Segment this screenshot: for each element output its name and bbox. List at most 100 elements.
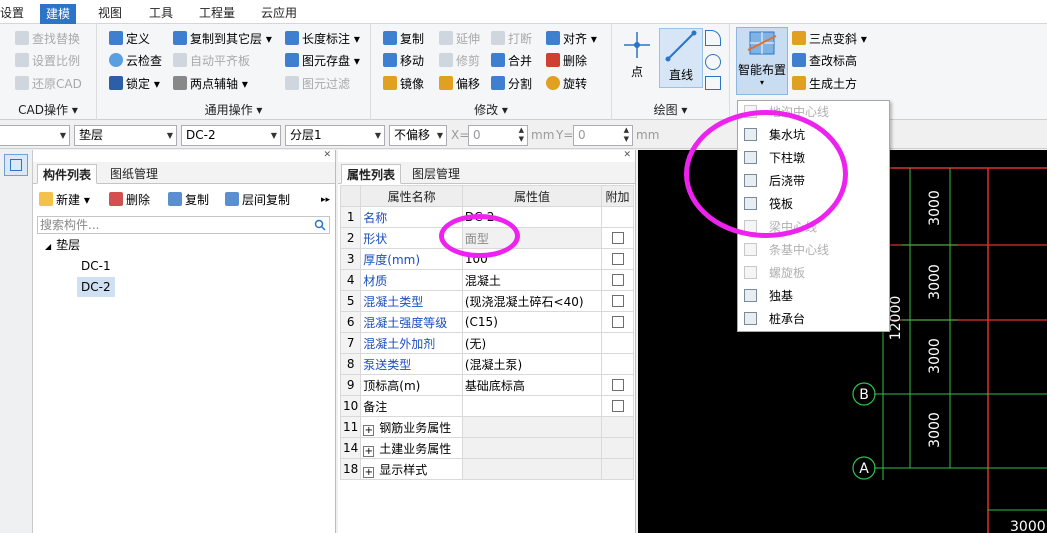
offset-button[interactable]: 偏移	[439, 74, 480, 94]
copy-layer-icon	[173, 31, 187, 45]
menu-tab-settings[interactable]: 设置	[0, 3, 30, 23]
delete-button[interactable]: 删除	[546, 51, 587, 71]
table-row[interactable]: 14 + 土建业务属性	[339, 437, 634, 459]
sublayer-select[interactable]: 分层1 ▼	[285, 125, 385, 146]
tree-item-dc2[interactable]: DC-2	[77, 277, 115, 297]
find-replace-button[interactable]: 查找替换	[15, 29, 80, 49]
length-dimension-button[interactable]: 长度标注 ▾	[285, 29, 360, 49]
move-button[interactable]: 移动	[383, 51, 424, 71]
extra-checkbox[interactable]	[611, 232, 624, 244]
line-tool-button[interactable]: 直线	[659, 28, 703, 88]
extra-checkbox[interactable]	[611, 274, 624, 286]
offset-select[interactable]: 不偏移 ▼	[389, 125, 447, 146]
y-unit: mm	[636, 128, 660, 142]
layout-item-icon	[744, 289, 757, 302]
merge-button[interactable]: 合并	[491, 51, 532, 71]
close-icon[interactable]: ✕	[323, 150, 331, 160]
trim-button[interactable]: 修剪	[439, 51, 480, 71]
table-row[interactable]: 8 泵送类型 (混凝土泵)	[339, 353, 634, 375]
restore-cad-button[interactable]: 还原CAD	[15, 74, 82, 94]
y-input[interactable]: 0 ▲ ▼	[573, 125, 633, 146]
component-type-select[interactable]: 垫层 ▼	[74, 125, 177, 146]
split-button[interactable]: 分割	[491, 74, 532, 94]
tree-root-cushion[interactable]: ◢ 垫层	[45, 235, 80, 255]
general-group-label[interactable]: 通用操作 ▾	[97, 102, 370, 118]
check-elevation-button[interactable]: 查改标高	[792, 51, 857, 71]
close-icon[interactable]: ✕	[623, 150, 631, 160]
extra-checkbox[interactable]	[611, 316, 624, 328]
menu-tab-quantity[interactable]: 工程量	[193, 3, 241, 23]
component-select[interactable]: DC-2 ▼	[181, 125, 281, 146]
table-row[interactable]: 10 备注	[339, 395, 634, 417]
element-save-button[interactable]: 图元存盘 ▾	[285, 51, 360, 71]
align-button[interactable]: 对齐 ▾	[546, 29, 597, 49]
property-panel-tabs: 属性列表 图层管理	[338, 162, 635, 184]
table-row[interactable]: 4 材质 混凝土	[339, 269, 634, 291]
component-search-input[interactable]: 搜索构件...	[37, 216, 330, 234]
point-tool-button[interactable]: 点	[618, 30, 656, 86]
navigation-icon[interactable]	[4, 154, 28, 176]
table-row[interactable]: 11 + 钢筋业务属性	[339, 416, 634, 438]
table-row[interactable]: 5 混凝土类型 (现浇混凝土碎石<40)	[339, 290, 634, 312]
menu-tab-cloud[interactable]: 云应用	[255, 3, 303, 23]
table-row[interactable]: 18 + 显示样式	[339, 458, 634, 480]
set-scale-button[interactable]: 设置比例	[15, 51, 80, 71]
floor-copy-button[interactable]: 层间复制	[225, 190, 290, 210]
cloud-check-button[interactable]: 云检查	[109, 51, 162, 71]
y-label: Y=	[556, 128, 574, 142]
rotate-button[interactable]: 旋转	[546, 74, 587, 94]
menu-tab-view[interactable]: 视图	[92, 3, 128, 23]
new-component-button[interactable]: 新建 ▾	[39, 190, 90, 210]
copy-to-other-layer-button[interactable]: 复制到其它层 ▾	[173, 29, 272, 49]
extra-checkbox[interactable]	[611, 379, 624, 391]
break-button[interactable]: 打断	[491, 29, 532, 49]
tab-component-list[interactable]: 构件列表	[37, 164, 98, 184]
define-button[interactable]: 定义	[109, 29, 150, 49]
lock-button[interactable]: 锁定 ▾	[109, 74, 160, 94]
generate-earthwork-button[interactable]: 生成土方	[792, 74, 857, 94]
eraser-icon	[546, 53, 560, 67]
menu-tab-modeling[interactable]: 建模	[40, 4, 77, 24]
element-filter-button[interactable]: 图元过滤	[285, 74, 350, 94]
more-icon[interactable]: ▸▸	[321, 190, 330, 210]
chevron-down-icon: ▼	[166, 131, 173, 140]
menu-item-strip-footing-centerline: 条基中心线	[742, 239, 888, 262]
two-point-axis-button[interactable]: 两点辅轴 ▾	[173, 74, 248, 94]
table-row[interactable]: 7 混凝土外加剂 (无)	[339, 332, 634, 354]
copy-component-button[interactable]: 复制	[168, 190, 209, 210]
mirror-button[interactable]: 镜像	[383, 74, 424, 94]
delete-component-button[interactable]: 删除	[109, 190, 150, 210]
tree-item-dc1[interactable]: DC-1	[77, 256, 115, 276]
arc-tool-icon[interactable]	[705, 30, 721, 46]
table-row[interactable]: 9 顶标高(m) 基础底标高	[339, 374, 634, 396]
draw-group-label[interactable]: 绘图 ▾	[612, 102, 729, 118]
property-table-header: 属性名称 属性值 附加	[339, 185, 634, 207]
rectangle-tool-icon[interactable]	[705, 76, 721, 90]
dimension-text: 3000	[927, 412, 943, 448]
tab-property-list[interactable]: 属性列表	[341, 164, 402, 184]
copy-icon	[383, 31, 397, 45]
menu-item-pile-cap[interactable]: 桩承台	[742, 308, 888, 331]
tab-layer-management[interactable]: 图层管理	[407, 164, 465, 184]
modify-group-label[interactable]: 修改 ▾	[371, 102, 611, 118]
copy-button[interactable]: 复制	[383, 29, 424, 49]
floor-select[interactable]: ▼	[0, 125, 70, 146]
dimension-icon	[285, 31, 299, 45]
tab-drawing-management[interactable]: 图纸管理	[105, 164, 163, 184]
annotation-circle-menu	[684, 110, 848, 238]
cloud-icon	[109, 53, 123, 67]
extra-checkbox[interactable]	[611, 400, 624, 412]
table-row[interactable]: 6 混凝土强度等级 (C15)	[339, 311, 634, 333]
menu-tab-tools[interactable]: 工具	[143, 3, 179, 23]
cad-group-label[interactable]: CAD操作 ▾	[0, 102, 96, 118]
three-point-slope-button[interactable]: 三点变斜 ▾	[792, 29, 867, 49]
extra-checkbox[interactable]	[611, 253, 624, 265]
menu-item-isolated-footing[interactable]: 独基	[742, 285, 888, 308]
x-input[interactable]: 0 ▲ ▼	[468, 125, 528, 146]
auto-align-slab-button[interactable]: 自动平齐板	[173, 51, 250, 71]
circle-tool-icon[interactable]	[705, 54, 721, 70]
extra-checkbox[interactable]	[611, 295, 624, 307]
smart-layout-button[interactable]: 智能布置 ▾	[736, 27, 788, 95]
extend-button[interactable]: 延伸	[439, 29, 480, 49]
line-icon	[665, 30, 697, 62]
